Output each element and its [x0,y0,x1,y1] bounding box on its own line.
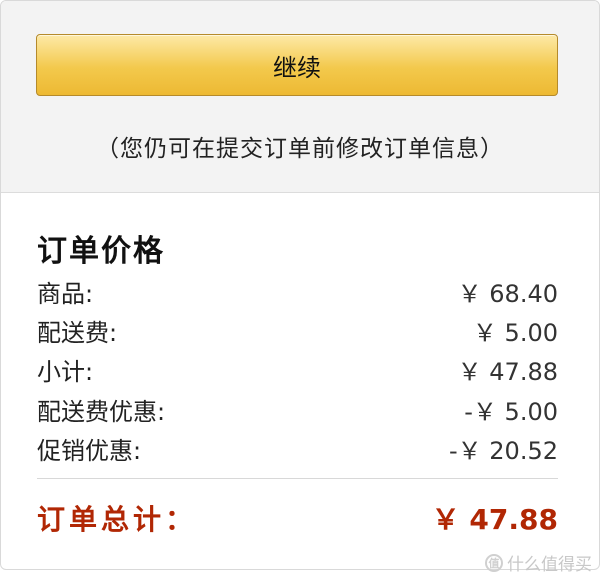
price-row-amount: ￥ 47.88 [457,357,558,386]
price-row-amount: -￥ 20.52 [449,436,558,465]
edit-hint-text: （您仍可在提交订单前修改订单信息） [96,136,504,162]
price-row-amount: ￥ 68.40 [457,279,558,308]
price-row-shipping-discount: 配送费优惠: -￥ 5.00 [37,391,558,427]
total-divider [37,478,558,479]
price-row-items: 商品: ￥ 68.40 [37,273,558,309]
checkout-action-panel: 继续 （您仍可在提交订单前修改订单信息） [1,1,599,193]
price-row-shipping: 配送费: ￥ 5.00 [37,312,558,348]
price-row-amount: -￥ 5.00 [464,397,558,426]
site-watermark: 值 什么值得买 [485,550,592,575]
order-total-amount: ￥ 47.88 [431,503,558,536]
price-row-label: 小计: [37,357,94,386]
continue-button[interactable]: 继续 [36,34,558,96]
price-row-promo-discount: 促销优惠: -￥ 20.52 [37,430,558,466]
price-row-label: 配送费优惠: [37,397,166,426]
smzdm-logo-icon: 值 [485,553,503,572]
price-row-label: 配送费: [37,318,118,347]
price-row-label: 促销优惠: [37,436,142,465]
order-price-heading: 订单价格 [37,234,165,269]
price-row-label: 商品: [37,279,94,308]
watermark-text: 什么值得买 [507,555,592,575]
price-row-subtotal: 小计: ￥ 47.88 [37,351,558,387]
order-total-row: 订单总计： ￥ 47.88 [37,496,558,540]
order-total-label: 订单总计： [37,503,198,536]
order-summary-card: 继续 （您仍可在提交订单前修改订单信息） 订单价格 商品: ￥ 68.40 配送… [0,0,600,570]
price-row-amount: ￥ 5.00 [472,318,558,347]
